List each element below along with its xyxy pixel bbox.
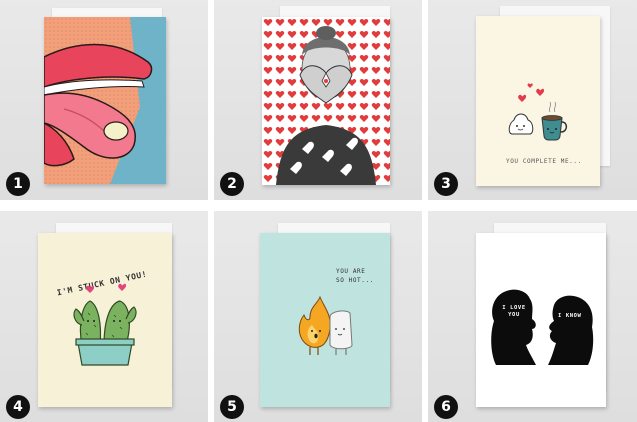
cactus-couple-illustration xyxy=(73,283,137,366)
card-tile-1[interactable]: 1 xyxy=(0,0,208,200)
card-heart-girl[interactable] xyxy=(262,17,390,185)
silhouettes-illustration xyxy=(491,289,594,365)
card-lips[interactable] xyxy=(44,17,166,184)
card-number-badge: 4 xyxy=(6,395,30,419)
card-tile-2[interactable]: 2 xyxy=(214,0,422,200)
card-stuck-on-you[interactable]: I'M STUCK ON YOU! xyxy=(38,233,172,407)
card-number-badge: 1 xyxy=(6,172,30,196)
card-number-badge: 5 xyxy=(220,395,244,419)
card-caption: YOU COMPLETE ME... xyxy=(506,158,582,165)
card-tile-6[interactable]: I LOVE YOU I KNOW 6 xyxy=(428,211,637,422)
card-i-love-you-i-know[interactable]: I LOVE YOU I KNOW xyxy=(476,233,606,407)
card-grid: 1 2 YOU COMPLETE ME... 3 I'M STUCK ON YO… xyxy=(0,0,637,422)
card-number-badge: 2 xyxy=(220,172,244,196)
card-so-hot[interactable]: YOU ARE SO HOT... xyxy=(260,233,390,407)
card-tile-4[interactable]: I'M STUCK ON YOU! 4 xyxy=(0,211,208,422)
card-tile-5[interactable]: YOU ARE SO HOT... 5 xyxy=(214,211,422,422)
card-number-badge: 6 xyxy=(434,395,458,419)
card-caption-right: I KNOW xyxy=(558,313,582,319)
hearts-girl-illustration xyxy=(262,17,390,185)
card-number-badge: 3 xyxy=(434,172,458,196)
flame-and-marshmallow-illustration xyxy=(298,295,353,355)
card-caption-left: I LOVE YOU xyxy=(502,305,526,318)
lips-illustration xyxy=(44,17,166,184)
card-you-complete-me[interactable]: YOU COMPLETE ME... xyxy=(476,16,600,186)
card-tile-3[interactable]: YOU COMPLETE ME... 3 xyxy=(428,0,637,200)
